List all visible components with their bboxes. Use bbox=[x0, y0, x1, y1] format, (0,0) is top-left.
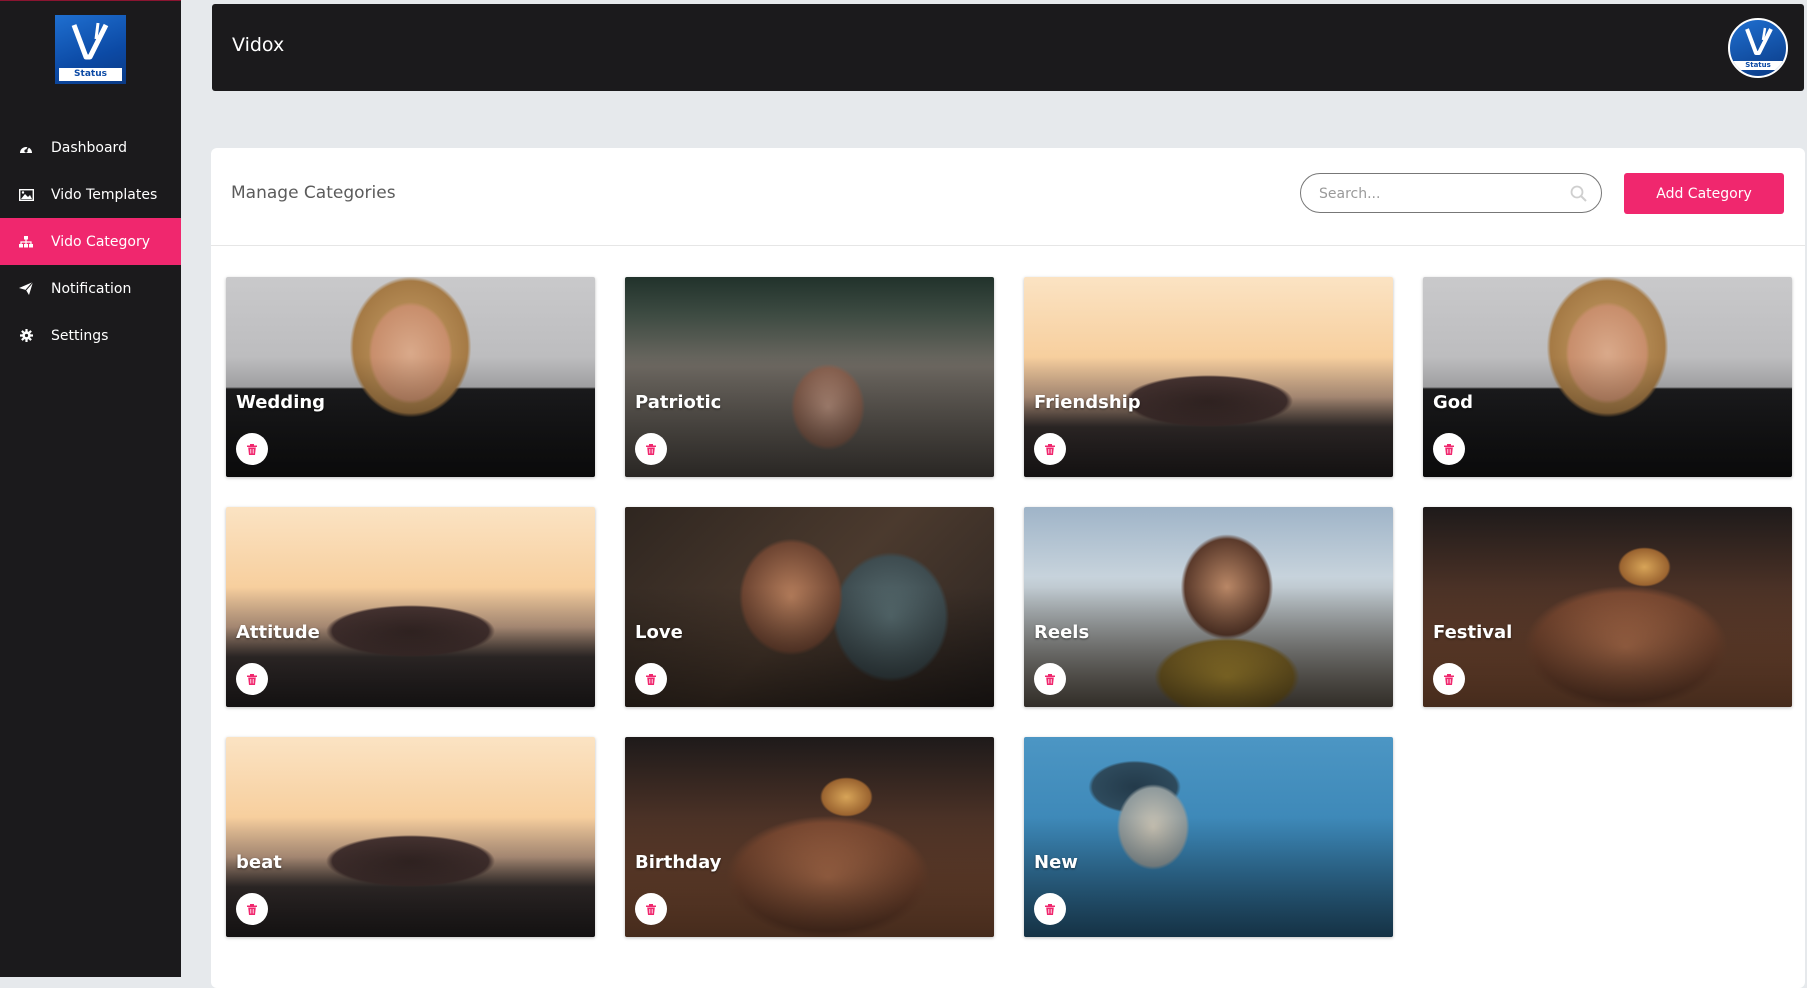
dashboard-icon bbox=[18, 140, 34, 156]
search-input[interactable] bbox=[1317, 183, 1551, 205]
category-card-attitude[interactable]: Attitude bbox=[226, 507, 595, 707]
manage-categories-panel: Manage Categories Add Category Wedding P… bbox=[211, 148, 1805, 988]
category-name: Wedding bbox=[236, 392, 326, 413]
trash-icon bbox=[1045, 903, 1055, 915]
trash-icon bbox=[1045, 443, 1055, 455]
image-icon bbox=[18, 187, 34, 203]
category-card-reels[interactable]: Reels bbox=[1024, 507, 1393, 707]
delete-button[interactable] bbox=[1034, 893, 1066, 925]
sidebar-item-dashboard[interactable]: Dashboard bbox=[0, 124, 181, 171]
delete-button[interactable] bbox=[236, 433, 268, 465]
delete-button[interactable] bbox=[635, 663, 667, 695]
sidebar: Status Dashboard Vido Templates Vido Cat… bbox=[0, 0, 181, 977]
sidebar-item-label: Dashboard bbox=[51, 139, 127, 156]
paper-plane-icon bbox=[18, 281, 34, 297]
gear-icon bbox=[18, 328, 34, 344]
delete-button[interactable] bbox=[635, 893, 667, 925]
sidebar-item-label: Vido Category bbox=[51, 233, 151, 250]
sidebar-item-notification[interactable]: Notification bbox=[0, 265, 181, 312]
trash-icon bbox=[646, 673, 656, 685]
category-name: beat bbox=[236, 852, 282, 873]
add-category-button[interactable]: Add Category bbox=[1624, 173, 1784, 214]
category-card-friendship[interactable]: Friendship bbox=[1024, 277, 1393, 477]
delete-button[interactable] bbox=[1433, 433, 1465, 465]
trash-icon bbox=[247, 903, 257, 915]
category-name: New bbox=[1034, 852, 1078, 873]
category-name: Love bbox=[635, 622, 683, 643]
category-card-patriotic[interactable]: Patriotic bbox=[625, 277, 994, 477]
logo-label: Status bbox=[59, 68, 122, 81]
trash-icon bbox=[1045, 673, 1055, 685]
sidebar-item-label: Vido Templates bbox=[51, 186, 158, 203]
avatar-logo-icon bbox=[1745, 27, 1773, 55]
delete-button[interactable] bbox=[1433, 663, 1465, 695]
card-overlay bbox=[1024, 357, 1393, 477]
card-overlay bbox=[625, 357, 994, 477]
sidebar-item-label: Settings bbox=[51, 327, 109, 344]
app-title: Vidox bbox=[232, 34, 285, 56]
category-card-new[interactable]: New bbox=[1024, 737, 1393, 937]
category-name: God bbox=[1433, 392, 1474, 413]
category-card-birthday[interactable]: Birthday bbox=[625, 737, 994, 937]
category-grid: Wedding Patriotic Friendship God Attitud… bbox=[226, 277, 1792, 937]
category-name: Festival bbox=[1433, 622, 1513, 643]
logo-v-icon bbox=[71, 22, 109, 60]
category-name: Patriotic bbox=[635, 392, 722, 413]
delete-button[interactable] bbox=[1034, 663, 1066, 695]
delete-button[interactable] bbox=[236, 663, 268, 695]
card-overlay bbox=[226, 817, 595, 937]
trash-icon bbox=[247, 673, 257, 685]
delete-button[interactable] bbox=[635, 433, 667, 465]
trash-icon bbox=[1444, 443, 1454, 455]
avatar[interactable]: Status bbox=[1728, 18, 1788, 78]
card-overlay bbox=[1423, 357, 1792, 477]
category-name: Attitude bbox=[236, 622, 320, 643]
trash-icon bbox=[247, 443, 257, 455]
top-header: Vidox Status bbox=[212, 4, 1804, 91]
category-card-wedding[interactable]: Wedding bbox=[226, 277, 595, 477]
card-overlay bbox=[226, 587, 595, 707]
app-logo[interactable]: Status bbox=[55, 15, 126, 84]
category-card-god[interactable]: God bbox=[1423, 277, 1792, 477]
page-title: Manage Categories bbox=[231, 183, 396, 203]
sidebar-nav: Dashboard Vido Templates Vido Category N… bbox=[0, 124, 181, 359]
search-icon[interactable] bbox=[1570, 185, 1587, 206]
trash-icon bbox=[646, 443, 656, 455]
category-card-festival[interactable]: Festival bbox=[1423, 507, 1792, 707]
search-box bbox=[1300, 173, 1602, 213]
category-card-love[interactable]: Love bbox=[625, 507, 994, 707]
trash-icon bbox=[646, 903, 656, 915]
card-overlay bbox=[625, 817, 994, 937]
sidebar-item-vido-category[interactable]: Vido Category bbox=[0, 218, 181, 265]
card-overlay bbox=[1024, 587, 1393, 707]
category-name: Reels bbox=[1034, 622, 1090, 643]
trash-icon bbox=[1444, 673, 1454, 685]
card-overlay bbox=[1423, 587, 1792, 707]
card-overlay bbox=[625, 587, 994, 707]
delete-button[interactable] bbox=[1034, 433, 1066, 465]
category-card-beat[interactable]: beat bbox=[226, 737, 595, 937]
card-overlay bbox=[226, 357, 595, 477]
sidebar-item-label: Notification bbox=[51, 280, 132, 297]
category-name: Friendship bbox=[1034, 392, 1141, 413]
sidebar-item-settings[interactable]: Settings bbox=[0, 312, 181, 359]
panel-header: Manage Categories Add Category bbox=[211, 148, 1805, 246]
card-overlay bbox=[1024, 817, 1393, 937]
category-name: Birthday bbox=[635, 852, 722, 873]
avatar-label: Status bbox=[1730, 61, 1786, 70]
delete-button[interactable] bbox=[236, 893, 268, 925]
sidebar-item-vido-templates[interactable]: Vido Templates bbox=[0, 171, 181, 218]
sitemap-icon bbox=[18, 234, 34, 250]
